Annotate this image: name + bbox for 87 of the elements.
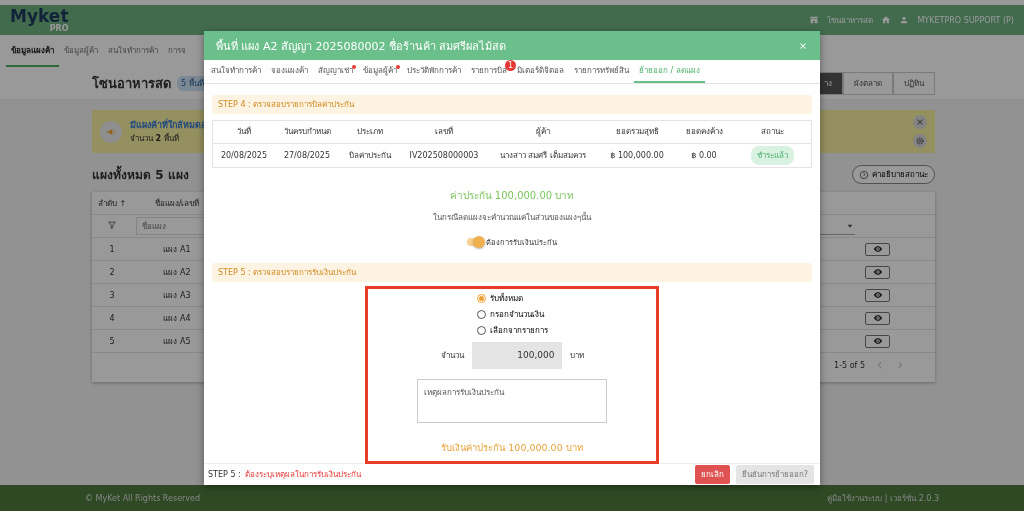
home-icon: [881, 15, 892, 25]
column-header: วันครบกำหนด: [282, 126, 332, 139]
column-header: ยอดคงค้าง: [684, 126, 724, 139]
table-cell-text: นางสาว สมศรี เต็มสมควร: [498, 149, 588, 162]
note-text: ในกรณีลดแผงจะคำนวณแค่ในส่วนของแผงๆนั้น: [432, 211, 593, 224]
reason-field[interactable]: เหตุผลการรับเงินประกัน: [417, 378, 607, 423]
chevron-right-icon: [895, 360, 905, 370]
dialog-tab[interactable]: จองแผงค้า: [266, 60, 313, 83]
view-button[interactable]: [865, 334, 890, 348]
column-header: ประเภท: [356, 126, 384, 139]
summary-text: รับเงินค่าประกัน 100,000.00 บาท: [441, 440, 583, 455]
table-cell-text: บิลค่าประกัน: [348, 149, 393, 162]
logo: Myket: [10, 7, 69, 25]
logo-subtitle: PRO: [49, 24, 69, 33]
table-cell-text: แผง A4: [162, 312, 192, 325]
close-button[interactable]: [798, 40, 808, 51]
column-header[interactable]: ลำดับ ↑: [92, 196, 132, 210]
eye-icon: [872, 313, 883, 323]
table-cell-text: 4: [108, 313, 116, 323]
store-icon: [809, 15, 820, 25]
settings-button[interactable]: [913, 134, 927, 148]
section-heading: แผงทั้งหมด 5 แผง: [92, 165, 189, 184]
amount-label: จำนวน: [440, 349, 464, 362]
step-label: STEP 5 :: [208, 469, 241, 479]
page-title: โซนอาหารสด: [92, 74, 171, 93]
unit-label: บาท: [569, 349, 584, 362]
view-button[interactable]: [865, 265, 890, 279]
dialog-tab[interactable]: ประวัติพักการค้า: [402, 60, 466, 83]
column-header: ยอดรวมสุทธิ: [614, 126, 660, 139]
table-cell-text: 2: [108, 267, 116, 277]
table-cell-text: IV202508000003: [408, 150, 480, 160]
filter-icon: [107, 220, 117, 230]
eye-icon: [872, 267, 883, 277]
view-tab[interactable]: ผังตลาด: [843, 71, 893, 95]
cancel-button[interactable]: ยกเลิก: [694, 464, 730, 484]
eye-icon: [872, 244, 883, 254]
step-banner: STEP 5 : ตรวจสอบรายการรับเงินประกัน: [212, 262, 812, 282]
table-cell-text: 1: [108, 244, 116, 254]
nav-tab[interactable]: สนใจทำการค้า: [103, 35, 163, 67]
dialog-tab[interactable]: สัญญาเช่า: [313, 60, 358, 83]
close-icon: [915, 117, 925, 127]
deposit-amount: ค่าประกัน 100,000.00 บาท: [448, 188, 576, 203]
nav-tab[interactable]: ข้อมูลผู้ค้า: [59, 35, 103, 67]
table-cell-text: 3: [108, 290, 116, 300]
column-header: วันที่: [236, 125, 252, 139]
error-message: ต้องระบุเหตุผลในการรับเงินประกัน: [244, 468, 361, 481]
dialog-title: พื้นที่ แผง A2 สัญญา 2025080002 ชื่อร้านค้า สมศรีผลไม้สด: [216, 37, 507, 55]
radio-option[interactable]: กรอกจำนวนเงิน: [476, 307, 548, 321]
radio-option[interactable]: เลือกจากรายการ: [476, 323, 548, 337]
user-icon: [899, 15, 910, 25]
table-cell-text: แผง A1: [162, 243, 192, 256]
alert-title: มีแผงค้าที่ใกล้หมดอ: [130, 118, 206, 132]
status-badge: ชำระแล้ว: [750, 145, 794, 165]
toggle-switch[interactable]: [467, 237, 483, 246]
pagination-info: 1-5 of 5: [834, 360, 865, 370]
view-button[interactable]: [865, 288, 890, 302]
table-cell-text: ฿ 0.00: [690, 150, 718, 160]
dialog-tab[interactable]: ข้อมูลผู้ค้า: [358, 60, 402, 83]
table-cell-text: ฿ 100,000.00: [609, 150, 665, 160]
view-button[interactable]: [865, 311, 890, 325]
legend-button[interactable]: ค่าอธิบายสถานะ: [852, 165, 935, 184]
chevron-left-icon: [875, 360, 885, 370]
table-cell-text: 27/08/2025: [282, 150, 332, 160]
close-button[interactable]: [913, 115, 927, 129]
copyright-text: © MyKet All Rights Reserved: [85, 493, 201, 503]
settings-icon: [915, 136, 925, 146]
column-header: เลขที่: [434, 125, 454, 139]
alert-text: จำนวน 2 พื้นที่: [130, 132, 180, 145]
dialog-tab[interactable]: รายการทรัพย์สิน: [569, 60, 634, 83]
count-badge: 1: [505, 60, 516, 72]
table-cell-text: แผง A3: [162, 289, 192, 302]
eye-icon: [872, 290, 883, 300]
table-cell-text: แผง A5: [162, 335, 192, 348]
dialog-tab[interactable]: สนใจทำการค้า: [206, 60, 266, 83]
view-button[interactable]: [865, 242, 890, 256]
close-icon: [798, 40, 808, 51]
column-header: สถานะ: [759, 126, 785, 139]
table-cell-text: 5: [108, 336, 116, 346]
radio-option[interactable]: รับทั้งหมด: [476, 291, 548, 305]
eye-icon: [872, 336, 883, 346]
view-tab[interactable]: ปฏิทิน: [893, 71, 935, 95]
help-icon: [859, 169, 869, 180]
table-cell-text: 20/08/2025: [219, 150, 269, 160]
column-header: ผู้ค้า: [535, 126, 551, 139]
step-banner: STEP 4 : ตรวจสอบรายการบิลค่าประกัน: [212, 94, 812, 114]
nav-tab[interactable]: การจ: [163, 35, 191, 67]
megaphone-icon: [100, 120, 122, 143]
